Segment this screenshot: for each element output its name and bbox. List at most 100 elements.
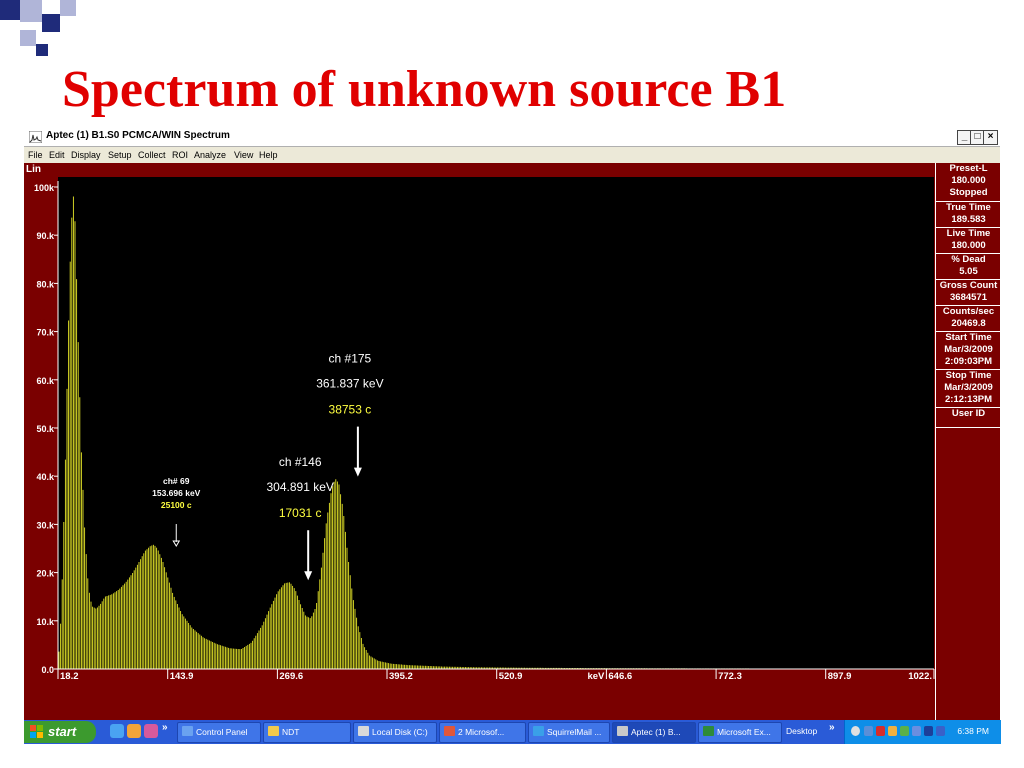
task-control-panel[interactable]: Control Panel (177, 722, 261, 743)
info-true-time-label: True Time (946, 202, 991, 213)
task-ndt[interactable]: NDT (263, 722, 351, 743)
info-preset-status: Stopped (949, 187, 988, 198)
x-tick-label: 18.2 (60, 671, 79, 682)
battery-icon[interactable] (924, 726, 933, 736)
task-aptec[interactable]: Aptec (1) B... (612, 722, 696, 743)
x-tick-label: 1022. (908, 671, 932, 682)
menu-collect[interactable]: Collect (138, 150, 166, 160)
y-tick-label: 70.k (36, 328, 55, 338)
info-stop-time: Stop Time Mar/3/2009 2:12:13PM (936, 370, 1000, 408)
scale-bar: Lin (24, 163, 1000, 177)
taskbar: start » Control Panel NDT Local Disk (C:… (24, 720, 1001, 744)
peak-label: 304.891 keV (266, 480, 333, 494)
info-start-time-label: Start Time (945, 332, 992, 343)
menu-analyze[interactable]: Analyze (194, 150, 226, 160)
drive-icon (358, 726, 369, 736)
info-dead: % Dead 5.05 (936, 254, 1000, 280)
task-local-disk[interactable]: Local Disk (C:) (353, 722, 437, 743)
start-button[interactable]: start (24, 721, 96, 743)
tray-arrow-icon[interactable] (851, 726, 860, 736)
spectrum-chart[interactable]: 0.0 10.k 20.k 30.k 40.k 50.k 60.k 70.k 80.k 90.k 1… (24, 177, 935, 687)
menu-file[interactable]: File (28, 150, 43, 160)
scale-mode-label[interactable]: Lin (26, 164, 41, 175)
y-tick-label: 0.0 (41, 665, 54, 675)
task-excel[interactable]: Microsoft Ex... (698, 722, 782, 743)
media-icon[interactable] (144, 724, 158, 738)
menu-bar: File Edit Display Setup Collect ROI Anal… (24, 147, 1000, 163)
corner-square-navy (0, 0, 20, 20)
clock[interactable]: 6:38 PM (957, 726, 989, 736)
info-stop-time-date: Mar/3/2009 (944, 382, 993, 393)
info-counts-sec: Counts/sec 20469.8 (936, 306, 1000, 332)
x-tick-label: 772.3 (718, 671, 742, 682)
windows-flag-icon (30, 725, 43, 738)
start-label: start (48, 724, 77, 739)
ie-icon[interactable] (110, 724, 124, 738)
update-icon[interactable] (900, 726, 909, 736)
info-preset-value: 180.000 (951, 175, 986, 186)
corner-square-navy-2 (42, 14, 60, 32)
network-icon[interactable] (864, 726, 873, 736)
peak-label: 361.837 keV (316, 377, 383, 391)
window-titlebar[interactable]: Aptec (1) B1.S0 PCMCA/WIN Spectrum _ □ × (24, 128, 1000, 147)
antivirus-icon[interactable] (876, 726, 885, 736)
task-microsoft-group[interactable]: 2 Microsof... (439, 722, 526, 743)
task-label: NDT (282, 727, 300, 737)
x-unit-label: keV (587, 671, 605, 682)
info-user-id-label: User ID (951, 408, 986, 419)
spectrum-window: Aptec (1) B1.S0 PCMCA/WIN Spectrum _ □ ×… (24, 128, 1000, 720)
peak-label: 38753 c (329, 403, 372, 417)
task-label: SquirrelMail ... (547, 727, 602, 737)
menu-roi[interactable]: ROI (172, 150, 188, 160)
desktop-chevron-icon[interactable]: » (829, 722, 835, 733)
corner-square-lavender (20, 0, 42, 22)
menu-display[interactable]: Display (71, 150, 101, 160)
x-tick-label: 897.9 (828, 671, 852, 682)
close-button[interactable]: × (983, 130, 998, 145)
corner-square-lavender-2 (60, 0, 76, 16)
system-tray: 6:38 PM (844, 720, 1001, 744)
y-tick-label: 30.k (36, 520, 55, 530)
info-start-time: Start Time Mar/3/2009 2:09:03PM (936, 332, 1000, 370)
y-tick-label: 60.k (36, 376, 55, 386)
menu-setup[interactable]: Setup (108, 150, 132, 160)
quicklaunch-chevron-icon[interactable]: » (162, 722, 168, 733)
task-label: Local Disk (C:) (372, 727, 428, 737)
y-tick-label: 90.k (36, 231, 55, 241)
x-tick-label: 143.9 (170, 671, 194, 682)
display-icon[interactable] (912, 726, 921, 736)
y-tick-label: 40.k (36, 472, 55, 482)
info-dead-label: % Dead (951, 254, 986, 265)
peak-label: ch #175 (329, 352, 372, 366)
menu-view[interactable]: View (234, 150, 253, 160)
info-live-time-label: Live Time (946, 228, 991, 239)
spectrum-app-icon (617, 726, 628, 736)
window-title: Aptec (1) B1.S0 PCMCA/WIN Spectrum (46, 130, 230, 141)
info-preset: Preset-L 180.000 Stopped (936, 163, 1000, 202)
x-tick-label: 269.6 (279, 671, 303, 682)
menu-edit[interactable]: Edit (49, 150, 65, 160)
spectrum-app-icon (29, 131, 42, 143)
control-panel-icon (182, 726, 193, 736)
info-panel: Preset-L 180.000 Stopped True Time 189.5… (935, 163, 1000, 720)
peak-label: 17031 c (279, 506, 322, 520)
y-tick-label: 10.k (36, 617, 55, 627)
info-dead-value: 5.05 (959, 266, 978, 277)
folder-tray-icon[interactable] (888, 726, 897, 736)
task-squirrelmail[interactable]: SquirrelMail ... (528, 722, 610, 743)
y-tick-label: 100k (34, 183, 55, 193)
plot-background (58, 177, 934, 669)
x-tick-label: 395.2 (389, 671, 413, 682)
info-stop-time-label: Stop Time (945, 370, 992, 381)
outlook-icon[interactable] (127, 724, 141, 738)
task-label: Microsoft Ex... (717, 727, 771, 737)
info-user-id[interactable]: User ID (936, 408, 1000, 428)
menu-help[interactable]: Help (259, 150, 278, 160)
task-label: 2 Microsof... (458, 727, 505, 737)
monitor-icon[interactable] (936, 726, 945, 736)
corner-square-navy-3 (36, 44, 48, 56)
browser-icon (533, 726, 544, 736)
desktop-toolbar[interactable]: Desktop (786, 726, 817, 736)
folder-icon (268, 726, 279, 736)
x-tick-label: 520.9 (499, 671, 523, 682)
